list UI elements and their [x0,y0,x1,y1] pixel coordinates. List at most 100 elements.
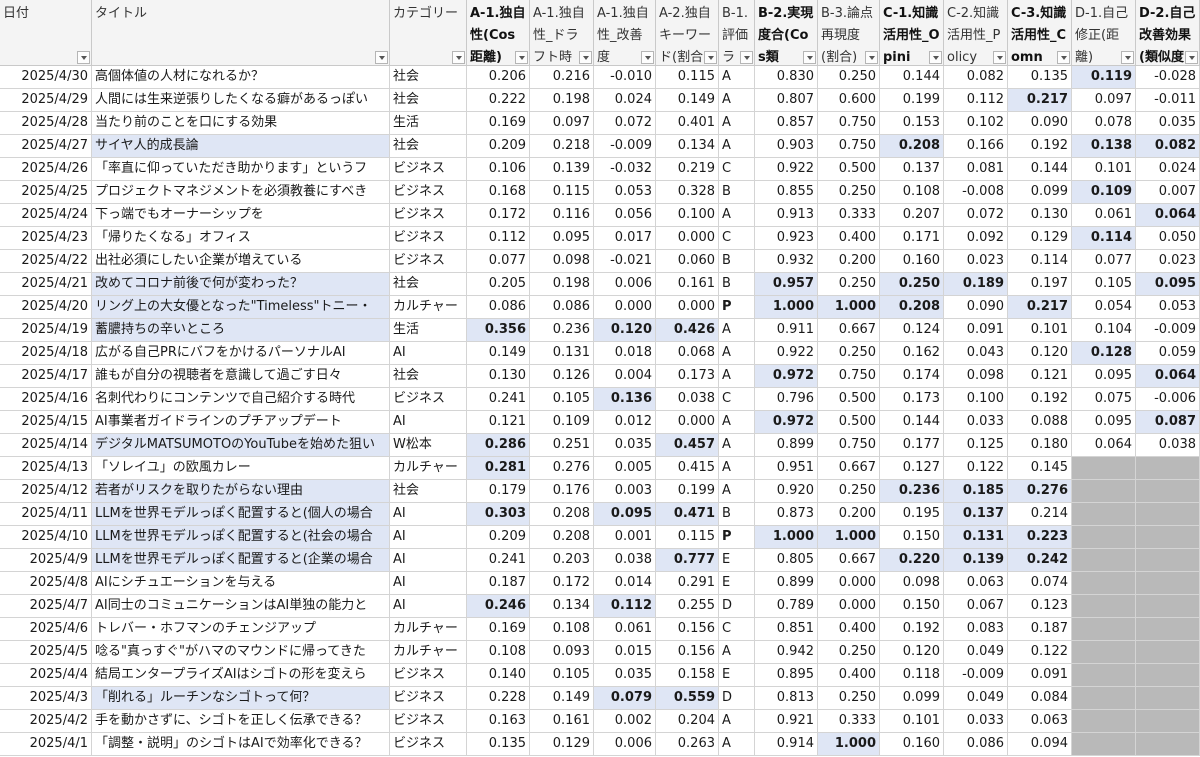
metric-cell[interactable]: 0.002 [594,710,656,733]
metric-cell[interactable]: A [719,66,755,89]
metric-cell[interactable]: 0.176 [530,480,594,503]
metric-cell[interactable]: A [719,342,755,365]
category-cell[interactable]: カルチャー [390,457,467,480]
metric-cell[interactable]: 0.077 [1072,250,1136,273]
metric-cell[interactable]: 0.145 [1008,457,1072,480]
metric-cell[interactable]: 1.000 [818,296,880,319]
filter-dropdown-icon[interactable] [641,51,654,64]
metric-cell[interactable]: 0.162 [880,342,944,365]
metric-cell[interactable]: 0.356 [467,319,530,342]
date-cell[interactable]: 2025/4/4 [0,664,92,687]
metric-cell[interactable] [1072,457,1136,480]
title-cell[interactable]: AI同士のコミュニケーションはAI単独の能力と [92,595,390,618]
category-cell[interactable]: ビジネス [390,250,467,273]
metric-cell[interactable]: 0.750 [818,434,880,457]
metric-cell[interactable]: 0.228 [467,687,530,710]
title-cell[interactable]: 下っ端でもオーナーシップを [92,204,390,227]
metric-cell[interactable]: 0.122 [944,457,1008,480]
date-cell[interactable]: 2025/4/20 [0,296,92,319]
metric-cell[interactable]: 0.092 [944,227,1008,250]
date-cell[interactable]: 2025/4/12 [0,480,92,503]
metric-cell[interactable]: 0.120 [880,641,944,664]
metric-cell[interactable]: 0.000 [656,227,719,250]
metric-cell[interactable] [1136,503,1200,526]
metric-cell[interactable]: 0.049 [944,641,1008,664]
metric-cell[interactable]: 0.116 [530,204,594,227]
category-cell[interactable]: ビジネス [390,204,467,227]
metric-cell[interactable]: 0.006 [594,273,656,296]
metric-cell[interactable]: 0.328 [656,181,719,204]
category-cell[interactable]: ビジネス [390,687,467,710]
metric-cell[interactable]: 0.105 [530,664,594,687]
category-cell[interactable]: AI [390,595,467,618]
metric-cell[interactable]: 0.014 [594,572,656,595]
metric-cell[interactable]: 0.911 [755,319,818,342]
metric-cell[interactable]: 0.172 [530,572,594,595]
metric-cell[interactable]: 0.043 [944,342,1008,365]
metric-cell[interactable]: 0.122 [1008,641,1072,664]
metric-cell[interactable]: 0.093 [530,641,594,664]
metric-cell[interactable]: 0.024 [594,89,656,112]
metric-cell[interactable]: D [719,595,755,618]
metric-cell[interactable]: 0.097 [1072,89,1136,112]
metric-cell[interactable]: 0.131 [944,526,1008,549]
metric-cell[interactable]: 0.109 [1072,181,1136,204]
metric-cell[interactable]: 0.276 [530,457,594,480]
title-cell[interactable]: 当たり前のことを口にする効果 [92,112,390,135]
metric-cell[interactable]: 0.063 [944,572,1008,595]
metric-cell[interactable]: 0.095 [1072,365,1136,388]
metric-cell[interactable]: 0.922 [755,158,818,181]
metric-cell[interactable]: 0.090 [944,296,1008,319]
filter-dropdown-icon[interactable] [1057,51,1070,64]
title-cell[interactable]: 人間には生来逆張りしたくなる癖があるっぽい [92,89,390,112]
metric-cell[interactable]: -0.028 [1136,66,1200,89]
metric-cell[interactable]: 0.038 [656,388,719,411]
metric-cell[interactable] [1136,687,1200,710]
metric-cell[interactable] [1072,618,1136,641]
metric-cell[interactable]: 0.203 [530,549,594,572]
metric-cell[interactable]: -0.010 [594,66,656,89]
filter-dropdown-icon[interactable] [1121,51,1134,64]
metric-cell[interactable]: 0.001 [594,526,656,549]
metric-cell[interactable]: 0.223 [1008,526,1072,549]
category-cell[interactable]: 社会 [390,89,467,112]
metric-cell[interactable]: 0.015 [594,641,656,664]
metric-cell[interactable]: 0.200 [818,250,880,273]
metric-cell[interactable]: A [719,365,755,388]
metric-cell[interactable]: 0.923 [755,227,818,250]
metric-cell[interactable]: -0.009 [944,664,1008,687]
metric-cell[interactable]: 0.179 [467,480,530,503]
metric-cell[interactable]: 0.090 [1008,112,1072,135]
filter-dropdown-icon[interactable] [865,51,878,64]
metric-cell[interactable]: 0.750 [818,135,880,158]
metric-cell[interactable]: 0.108 [880,181,944,204]
category-cell[interactable]: カルチャー [390,618,467,641]
metric-cell[interactable]: 0.098 [944,365,1008,388]
metric-cell[interactable]: 0.060 [656,250,719,273]
metric-cell[interactable]: A [719,204,755,227]
metric-cell[interactable]: 0.000 [656,296,719,319]
metric-cell[interactable] [1072,526,1136,549]
metric-cell[interactable]: 0.255 [656,595,719,618]
metric-cell[interactable]: 0.086 [944,733,1008,756]
metric-cell[interactable]: 0.161 [656,273,719,296]
category-cell[interactable]: ビジネス [390,733,467,756]
metric-cell[interactable]: 0.134 [656,135,719,158]
metric-cell[interactable] [1136,641,1200,664]
date-cell[interactable]: 2025/4/21 [0,273,92,296]
metric-cell[interactable]: 0.400 [818,664,880,687]
metric-cell[interactable]: 0.914 [755,733,818,756]
metric-cell[interactable]: 0.187 [1008,618,1072,641]
metric-cell[interactable] [1072,687,1136,710]
metric-cell[interactable]: P [719,296,755,319]
category-cell[interactable]: ビジネス [390,227,467,250]
metric-cell[interactable]: 0.050 [1136,227,1200,250]
title-cell[interactable]: 「ソレイユ」の欧風カレー [92,457,390,480]
title-cell[interactable]: AIにシチュエーションを与える [92,572,390,595]
metric-cell[interactable]: A [719,112,755,135]
metric-cell[interactable]: 0.851 [755,618,818,641]
metric-cell[interactable]: 0.241 [467,388,530,411]
metric-cell[interactable]: 0.091 [944,319,1008,342]
metric-cell[interactable]: 0.064 [1136,365,1200,388]
metric-cell[interactable]: 0.059 [1136,342,1200,365]
